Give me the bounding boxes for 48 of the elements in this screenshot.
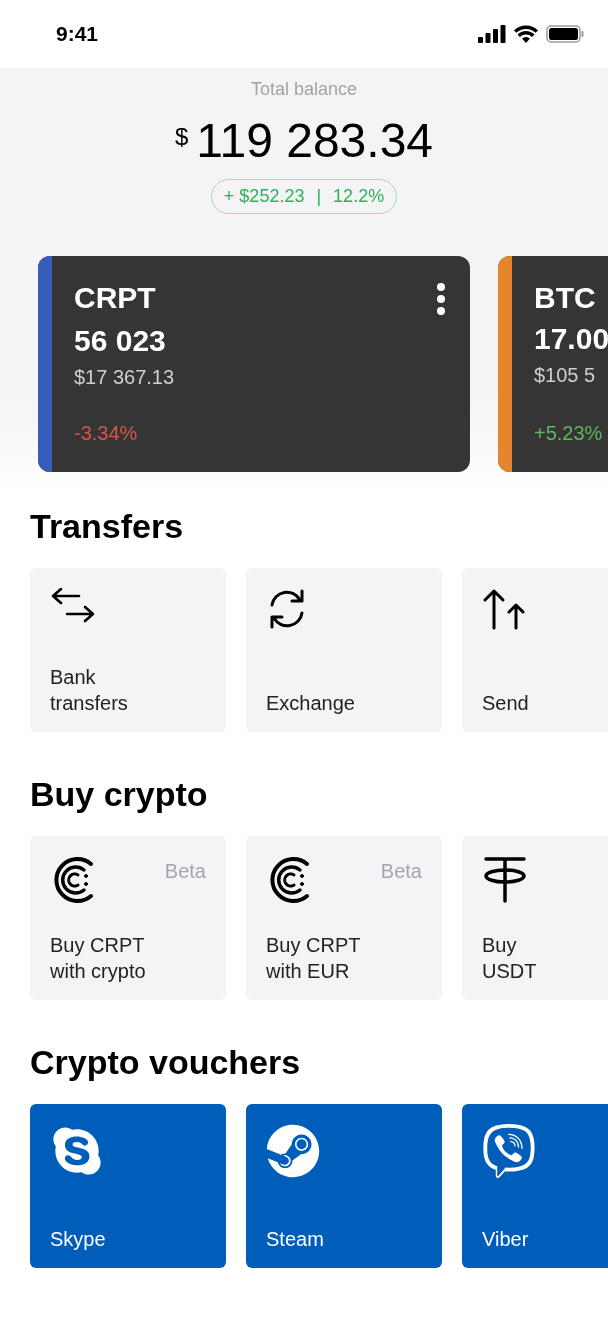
beta-label: Beta xyxy=(164,859,206,884)
coin-card[interactable]: CRPT 56 023 $17 367.13 -3.34% xyxy=(38,256,470,472)
voucher-card[interactable]: Steam xyxy=(246,1104,442,1268)
skype-logo-icon xyxy=(50,1124,104,1178)
card-label: Buy CRPT with EUR xyxy=(266,933,362,984)
voucher-card[interactable]: Viber xyxy=(462,1104,608,1268)
action-card[interactable]: Bank transfers xyxy=(30,568,226,732)
voucher-card[interactable]: Skype xyxy=(30,1104,226,1268)
card-label: Bank transfers xyxy=(50,665,129,716)
coin-amount: 17.00 xyxy=(534,322,608,356)
currency-sign: $ xyxy=(175,122,189,152)
action-card[interactable]: Exchange xyxy=(246,568,442,732)
beta-label: Beta xyxy=(380,859,422,884)
more-icon[interactable] xyxy=(436,282,446,316)
action-card[interactable]: Send xyxy=(462,568,608,732)
section-title: Crypto vouchers xyxy=(29,1042,302,1082)
coin-symbol: CRPT xyxy=(74,282,156,314)
card-label: Buy CRPT with crypto xyxy=(50,933,147,984)
status-time: 9:41 xyxy=(56,21,99,48)
steam-logo-icon xyxy=(266,1124,320,1178)
action-card[interactable]: Beta Buy CRPT with EUR xyxy=(246,836,442,1000)
change-amount: + $252.23 xyxy=(223,185,305,208)
signal-icon xyxy=(478,25,506,43)
tether-icon xyxy=(482,856,528,904)
card-label: Steam xyxy=(266,1227,325,1252)
viber-logo-icon xyxy=(482,1124,536,1178)
balance-label: Total balance xyxy=(250,78,358,101)
section-title: Buy crypto xyxy=(29,774,209,814)
card-label: Skype xyxy=(50,1227,107,1252)
change-separator: | xyxy=(316,185,322,208)
wifi-icon xyxy=(514,25,538,43)
card-label: Exchange xyxy=(266,691,356,716)
battery-icon xyxy=(546,25,584,43)
coin-change: -3.34% xyxy=(74,421,139,446)
change-percent: 12.2% xyxy=(333,185,385,208)
coin-card[interactable]: BTC 17.00 $105 5 +5.23% xyxy=(498,256,608,472)
coin-amount: 56 023 xyxy=(74,324,167,358)
coin-value: $17 367.13 xyxy=(74,365,176,390)
balance-amount: 119 283.34 xyxy=(196,115,433,167)
card-label: Send xyxy=(482,691,530,716)
coin-value: $105 5 xyxy=(534,363,597,388)
section-title: Transfers xyxy=(29,506,185,546)
action-card[interactable]: Beta Buy CRPT with crypto xyxy=(30,836,226,1000)
coin-symbol: BTC xyxy=(534,282,596,314)
card-label: Viber xyxy=(482,1227,530,1252)
card-label: Buy USDT xyxy=(482,933,538,984)
coin-change: +5.23% xyxy=(534,421,604,446)
action-card[interactable]: Buy USDT xyxy=(462,836,608,1000)
